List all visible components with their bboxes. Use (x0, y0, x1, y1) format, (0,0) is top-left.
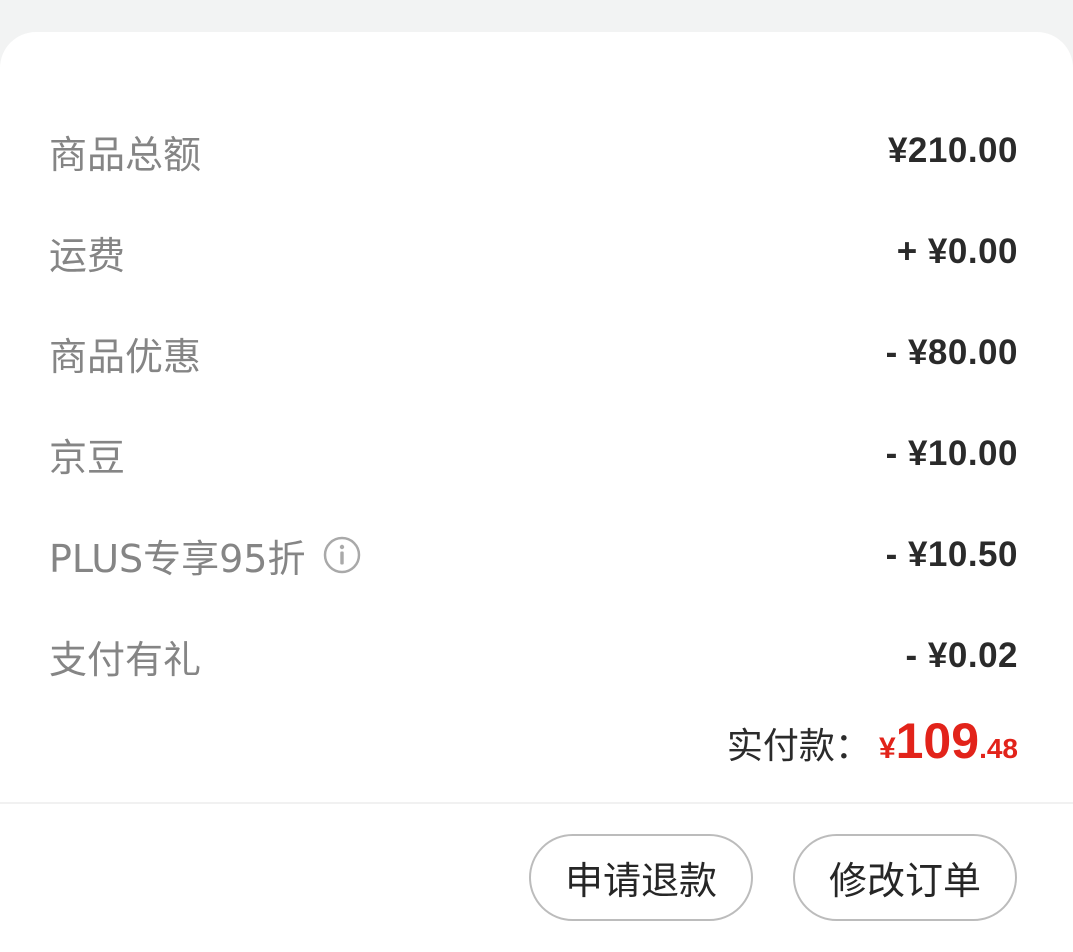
total-amount-decimal: .48 (979, 733, 1018, 764)
summary-row-label: 京豆 (49, 435, 126, 480)
order-summary-card: 商品总额 ¥210.00 运费 + ¥0.00 商品优惠 - ¥80.00 京豆… (0, 32, 1073, 952)
summary-row-label: PLUS专享95折 (49, 536, 306, 581)
summary-row-value: - ¥10.00 (885, 434, 1018, 473)
total-label: 实付款： (726, 726, 871, 767)
total-payment: 实付款： ¥ 109 .48 (727, 712, 1018, 782)
modify-order-button[interactable]: 修改订单 (793, 834, 1017, 921)
summary-row-value: - ¥80.00 (885, 333, 1018, 372)
summary-row-payment-gift: 支付有礼 - ¥0.02 (49, 626, 1018, 686)
summary-row-value: - ¥0.02 (905, 636, 1018, 675)
summary-row-goods-total: 商品总额 ¥210.00 (49, 121, 1018, 181)
summary-row-label: 支付有礼 (49, 637, 202, 682)
summary-row-plus-discount: PLUS专享95折 - ¥10.50 (49, 525, 1018, 585)
summary-row-label: 商品总额 (49, 132, 202, 177)
summary-row-value: ¥210.00 (887, 131, 1018, 170)
summary-row-jingdou: 京豆 - ¥10.00 (49, 424, 1018, 484)
info-icon[interactable] (323, 536, 361, 574)
divider (0, 802, 1073, 804)
summary-row-label: 运费 (49, 233, 126, 278)
summary-row-label-wrap: PLUS专享95折 (49, 528, 361, 583)
summary-row-shipping: 运费 + ¥0.00 (49, 222, 1018, 282)
total-currency: ¥ (878, 732, 896, 765)
summary-row-value: + ¥0.00 (896, 232, 1018, 271)
total-amount-integer: 109 (895, 713, 980, 769)
summary-row-value: - ¥10.50 (885, 535, 1018, 574)
summary-row-label: 商品优惠 (49, 334, 202, 379)
summary-row-goods-discount: 商品优惠 - ¥80.00 (49, 323, 1018, 383)
request-refund-button[interactable]: 申请退款 (529, 834, 753, 921)
